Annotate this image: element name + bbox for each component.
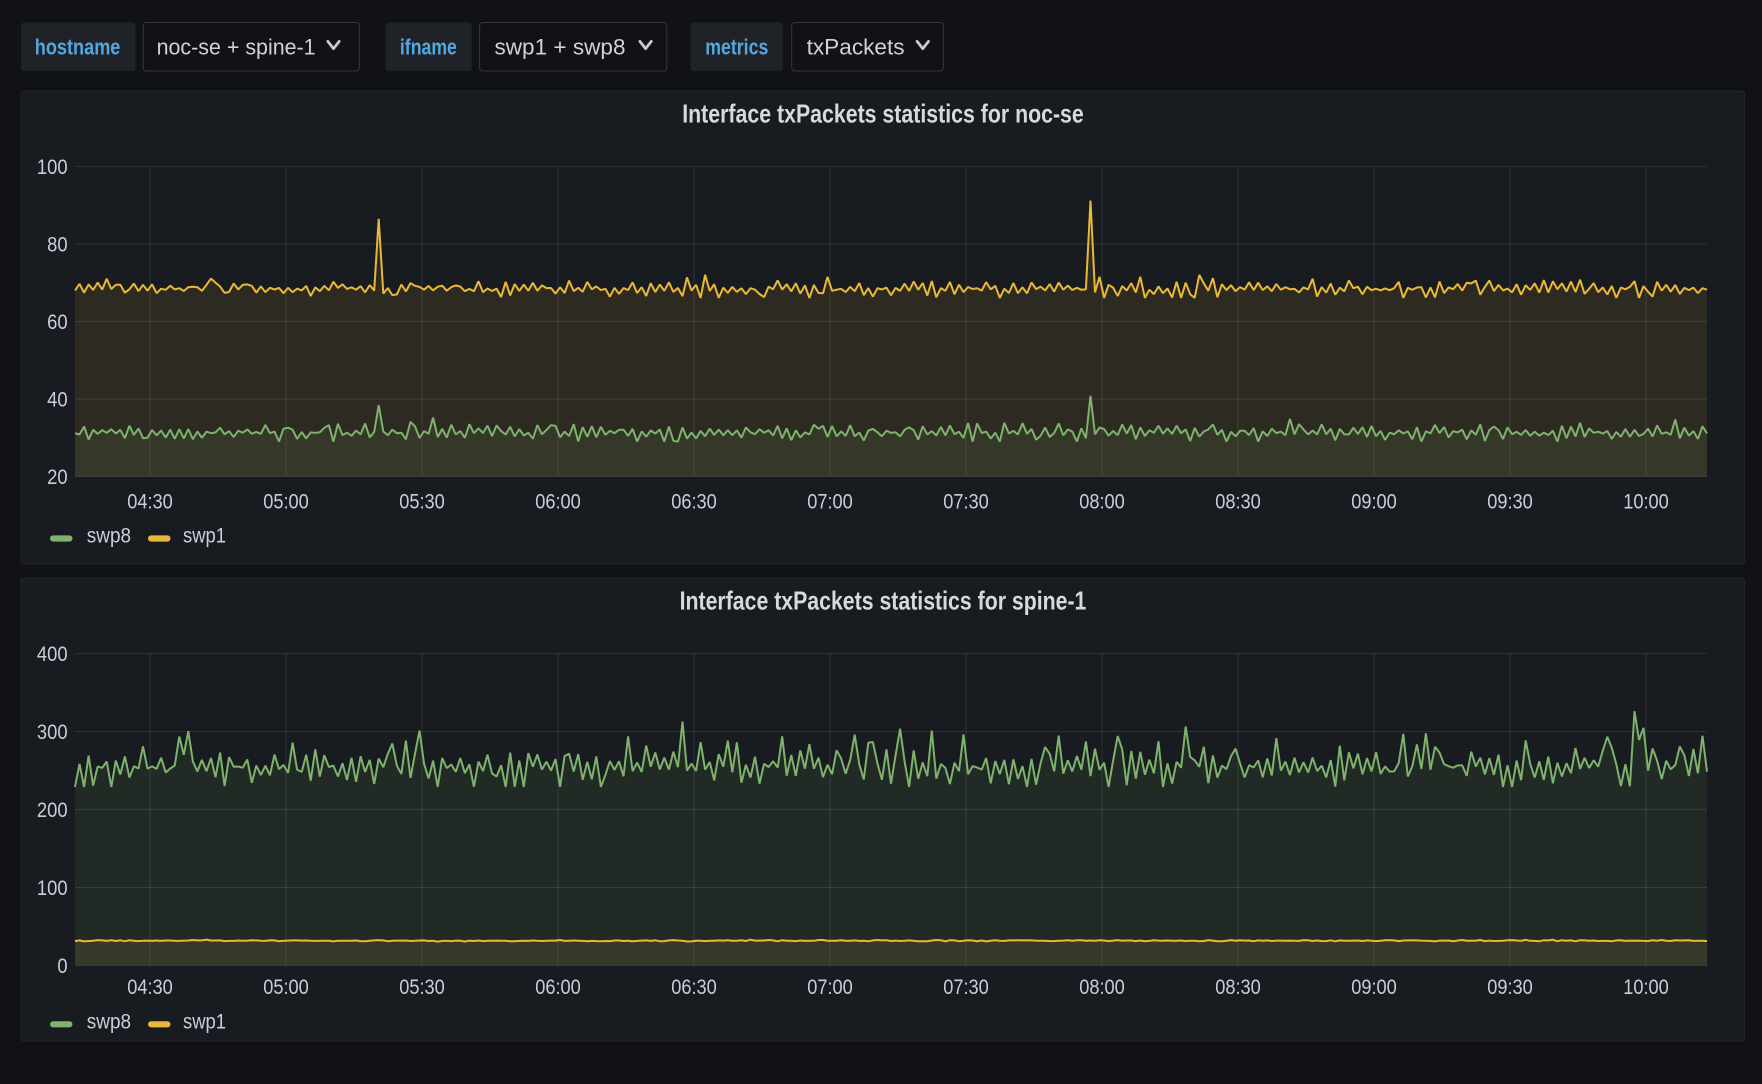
svg-text:09:30: 09:30 [1487,491,1533,514]
svg-text:08:00: 08:00 [1079,976,1125,999]
svg-text:hostname: hostname [35,35,121,60]
svg-text:swp1: swp1 [183,525,226,548]
svg-text:40: 40 [47,388,68,411]
svg-text:noc-se + spine-1: noc-se + spine-1 [157,35,316,60]
svg-text:07:30: 07:30 [943,976,989,999]
svg-text:07:00: 07:00 [807,976,853,999]
svg-text:09:00: 09:00 [1351,491,1397,514]
svg-text:08:00: 08:00 [1079,491,1125,514]
svg-text:Interface txPackets statistics: Interface txPackets statistics for noc-s… [682,99,1084,129]
svg-text:300: 300 [37,721,68,744]
svg-text:05:00: 05:00 [263,491,309,514]
svg-text:08:30: 08:30 [1215,976,1261,999]
svg-text:100: 100 [37,156,68,179]
svg-text:0: 0 [57,955,67,978]
svg-text:20: 20 [47,466,68,489]
svg-text:10:00: 10:00 [1623,976,1669,999]
svg-text:07:30: 07:30 [943,491,989,514]
svg-text:200: 200 [37,799,68,822]
svg-text:metrics: metrics [705,35,768,60]
svg-text:100: 100 [37,877,68,900]
svg-text:txPackets: txPackets [807,35,905,60]
svg-text:04:30: 04:30 [127,491,173,514]
svg-text:09:00: 09:00 [1351,976,1397,999]
svg-text:Interface txPackets statistics: Interface txPackets statistics for spine… [680,586,1087,616]
svg-text:06:30: 06:30 [671,976,717,999]
svg-text:07:00: 07:00 [807,491,853,514]
svg-text:10:00: 10:00 [1623,491,1669,514]
svg-text:08:30: 08:30 [1215,491,1261,514]
svg-text:swp8: swp8 [87,525,131,548]
svg-text:swp1: swp1 [183,1011,226,1034]
svg-text:400: 400 [37,643,68,666]
svg-text:ifname: ifname [400,35,457,60]
svg-text:09:30: 09:30 [1487,976,1533,999]
svg-text:swp8: swp8 [87,1011,131,1034]
svg-text:06:00: 06:00 [535,491,581,514]
svg-text:04:30: 04:30 [127,976,173,999]
svg-text:06:30: 06:30 [671,491,717,514]
svg-text:80: 80 [47,233,68,256]
svg-text:05:30: 05:30 [399,491,445,514]
svg-text:05:30: 05:30 [399,976,445,999]
svg-text:06:00: 06:00 [535,976,581,999]
svg-text:05:00: 05:00 [263,976,309,999]
svg-text:swp1 + swp8: swp1 + swp8 [495,35,626,60]
svg-text:60: 60 [47,311,68,334]
